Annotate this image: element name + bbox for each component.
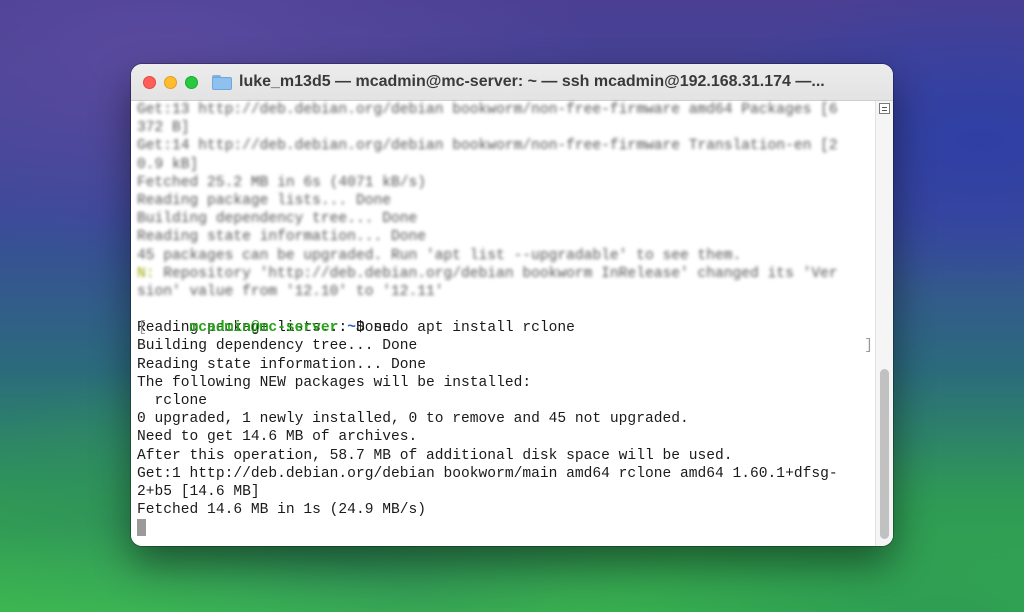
terminal-output[interactable]: Get:13 http://deb.debian.org/debian book… bbox=[131, 101, 893, 546]
output-line: Building dependency tree... Done bbox=[137, 338, 418, 355]
terminal-line: 45 packages can be upgraded. Run 'apt li… bbox=[137, 247, 742, 264]
output-line: rclone bbox=[137, 393, 208, 409]
prompt-symbol: $ bbox=[355, 320, 374, 337]
output-line: 0 upgraded, 1 newly installed, 0 to remo… bbox=[137, 411, 689, 428]
terminal-line: Building dependency tree... Done bbox=[137, 211, 418, 228]
prompt-separator: : bbox=[338, 320, 348, 337]
output-line: After this operation, 58.7 MB of additio… bbox=[137, 447, 733, 464]
command-text: sudo apt install rclone bbox=[373, 320, 575, 337]
prompt-user: mcadmin@mc-server bbox=[189, 320, 339, 337]
vertical-scrollbar[interactable] bbox=[875, 101, 893, 546]
close-button[interactable] bbox=[143, 75, 156, 89]
window-controls bbox=[143, 75, 198, 89]
mark-bracket-left: [ bbox=[138, 320, 147, 337]
title-bar[interactable]: luke_m13d5 — mcadmin@mc-server: ~ — ssh … bbox=[131, 64, 893, 101]
output-line: Need to get 14.6 MB of archives. bbox=[137, 429, 418, 446]
command-line: [ mcadmin@mc-server:~$ sudo apt install r… bbox=[137, 301, 893, 354]
output-line: 2+b5 [14.6 MB] bbox=[137, 483, 260, 500]
prompt-path: ~ bbox=[347, 320, 356, 337]
terminal-line: 0.9 kB] bbox=[137, 156, 199, 173]
warning-line: N: Repository 'http://deb.debian.org/deb… bbox=[137, 265, 893, 283]
scrollbar-menu-icon[interactable] bbox=[879, 103, 890, 114]
zoom-button[interactable] bbox=[185, 75, 198, 89]
warning-prefix: N: bbox=[137, 265, 155, 282]
terminal-line: Reading state information... Done bbox=[137, 229, 427, 246]
terminal-line: 372 B] bbox=[137, 120, 190, 137]
scrollbar-thumb[interactable] bbox=[880, 369, 889, 539]
output-line: Reading state information... Done bbox=[137, 356, 427, 373]
cursor-line bbox=[137, 519, 893, 537]
terminal-line: Reading package lists... Done bbox=[137, 192, 391, 209]
folder-icon bbox=[212, 74, 232, 90]
warning-text: Repository 'http://deb.debian.org/debian… bbox=[154, 265, 838, 282]
terminal-line: sion' value from '12.10' to '12.11' bbox=[137, 283, 444, 300]
output-line: Get:1 http://deb.debian.org/debian bookw… bbox=[137, 465, 838, 482]
text-cursor bbox=[137, 519, 146, 537]
minimize-button[interactable] bbox=[164, 75, 177, 89]
window-title: luke_m13d5 — mcadmin@mc-server: ~ — ssh … bbox=[239, 73, 825, 90]
output-line: Fetched 14.6 MB in 1s (24.9 MB/s) bbox=[137, 502, 427, 519]
mark-bracket-right: ] bbox=[864, 338, 873, 355]
terminal-line: Fetched 25.2 MB in 6s (4071 kB/s) bbox=[137, 174, 427, 191]
terminal-line: Get:13 http://deb.debian.org/debian book… bbox=[137, 102, 838, 118]
output-line: The following NEW packages will be insta… bbox=[137, 374, 532, 391]
terminal-window: luke_m13d5 — mcadmin@mc-server: ~ — ssh … bbox=[131, 64, 893, 546]
terminal-line: Get:14 http://deb.debian.org/debian book… bbox=[137, 138, 838, 155]
